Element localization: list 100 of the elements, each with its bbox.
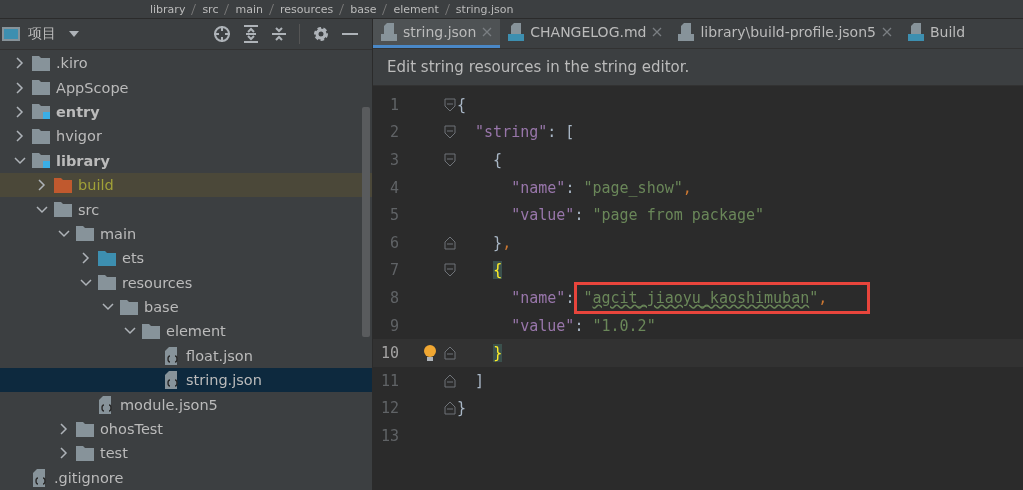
chevron-down-icon[interactable] [36, 203, 48, 216]
editor-tab[interactable]: library\build-profile.json5 [670, 19, 900, 48]
breadcrumb-item[interactable]: main [235, 2, 263, 16]
folder-icon [142, 324, 160, 339]
line-number: 6 [388, 233, 399, 252]
breadcrumb-item[interactable]: base [350, 2, 377, 16]
fold-marker-icon[interactable] [444, 401, 456, 416]
tree-item-label: .gitignore [54, 469, 124, 486]
folder-icon [32, 55, 50, 71]
expand-all-icon[interactable] [243, 25, 259, 43]
line-number: 4 [388, 178, 399, 197]
panel-title[interactable]: 项目 [28, 25, 56, 43]
tree-row[interactable]: base [0, 294, 372, 320]
chevron-down-icon[interactable] [14, 154, 26, 167]
json-file-icon [164, 346, 180, 365]
tree-item-label: build [78, 177, 114, 194]
tree-item-label: library [56, 152, 110, 169]
lightbulb-icon[interactable] [423, 344, 437, 363]
close-icon[interactable] [652, 27, 663, 37]
file-icon [508, 23, 525, 41]
editor-tab[interactable]: Build [899, 19, 974, 48]
tree-row[interactable]: hvigor [0, 124, 372, 149]
tree-item-label: src [78, 201, 100, 218]
editor-tab[interactable]: CHANGELOG.md [500, 19, 671, 48]
tree-row[interactable]: ohosTest [0, 416, 372, 442]
chevron-right-icon[interactable] [14, 81, 26, 94]
file-icon [678, 23, 695, 41]
fold-marker-icon[interactable] [444, 263, 456, 278]
line-number: 8 [388, 288, 399, 307]
code-line: "name": "agcit_jiaoyu_kaoshimuban", [457, 284, 868, 311]
chevron-right-icon[interactable] [14, 105, 26, 118]
code-line: "string": [ [474, 123, 575, 142]
breadcrumb-separator-icon [339, 3, 345, 15]
folder-icon [76, 421, 94, 437]
scrollbar[interactable] [362, 107, 370, 337]
tree-row[interactable]: .gitignore [0, 465, 372, 490]
tree-item-label: test [100, 445, 128, 462]
line-number: 10 [379, 344, 399, 363]
tree-item-label: entry [56, 103, 100, 120]
code-line: ] [474, 371, 485, 390]
chevron-right-icon[interactable] [14, 130, 26, 143]
breadcrumb-item[interactable]: library [150, 2, 186, 16]
tree-row[interactable]: src [0, 197, 372, 222]
tree-row[interactable]: module.json5 [0, 392, 372, 417]
tree-row[interactable]: entry [0, 99, 372, 125]
tree-row[interactable]: element [0, 319, 372, 344]
line-number: 9 [388, 316, 399, 335]
info-banner: Edit string resources in the string editor. [373, 48, 1023, 86]
tree-row[interactable]: ets [0, 246, 372, 271]
editor-tab[interactable]: string.json [373, 19, 501, 48]
tree-item-label: main [100, 225, 137, 242]
line-number: 1 [388, 95, 399, 114]
fold-marker-icon[interactable] [444, 153, 456, 167]
chevron-down-icon[interactable] [80, 276, 92, 289]
collapse-all-icon[interactable] [271, 25, 287, 43]
breadcrumb-item[interactable]: string.json [455, 2, 514, 16]
fold-marker-icon[interactable] [444, 97, 456, 112]
tree-row[interactable]: resources [0, 270, 372, 295]
file-icon [907, 23, 924, 41]
fold-marker-icon[interactable] [444, 346, 456, 361]
json-file-icon [164, 371, 180, 390]
breadcrumb-item[interactable]: element [393, 2, 439, 16]
tree-row[interactable]: .kiro [0, 51, 372, 76]
chevron-right-icon[interactable] [58, 423, 70, 436]
tree-row[interactable]: main [0, 221, 372, 247]
breadcrumb-separator-icon [444, 3, 450, 15]
chevron-right-icon[interactable] [58, 447, 70, 460]
line-number: 7 [388, 261, 399, 280]
tree-row[interactable]: float.json [0, 343, 372, 369]
folder-icon [120, 299, 138, 315]
tree-row[interactable]: test [0, 441, 372, 466]
line-number: 13 [379, 426, 399, 445]
line-number: 12 [379, 399, 399, 418]
folder-icon [76, 226, 94, 242]
chevron-down-icon[interactable] [58, 227, 70, 240]
chevron-right-icon[interactable] [80, 252, 92, 265]
tree-row[interactable]: AppScope [0, 75, 372, 100]
tree-item-label: AppScope [56, 79, 129, 96]
minimize-icon[interactable] [342, 32, 358, 36]
tree-row[interactable]: string.json [0, 368, 372, 393]
code-line: "name": "page_show", [510, 178, 692, 197]
fold-marker-icon[interactable] [444, 125, 456, 140]
window-icon [2, 27, 20, 41]
line-number: 11 [379, 371, 399, 390]
chevron-right-icon[interactable] [14, 57, 26, 70]
tree-row[interactable]: build [0, 172, 372, 198]
settings-icon[interactable] [312, 25, 330, 43]
folder-icon [32, 128, 50, 144]
folder-icon [32, 80, 50, 96]
breadcrumb-item[interactable]: resources [279, 2, 334, 16]
fold-marker-icon[interactable] [444, 373, 456, 388]
tree-item-label: .kiro [56, 55, 88, 72]
chevron-right-icon[interactable] [36, 179, 48, 192]
fold-marker-icon[interactable] [444, 235, 456, 250]
close-icon[interactable] [881, 27, 892, 37]
breadcrumb-item[interactable]: src [202, 2, 219, 16]
tree-item-label: hvigor [56, 128, 102, 145]
tree-row[interactable]: library [0, 148, 372, 173]
dropdown-icon[interactable] [68, 30, 80, 38]
locate-icon[interactable] [213, 25, 231, 43]
